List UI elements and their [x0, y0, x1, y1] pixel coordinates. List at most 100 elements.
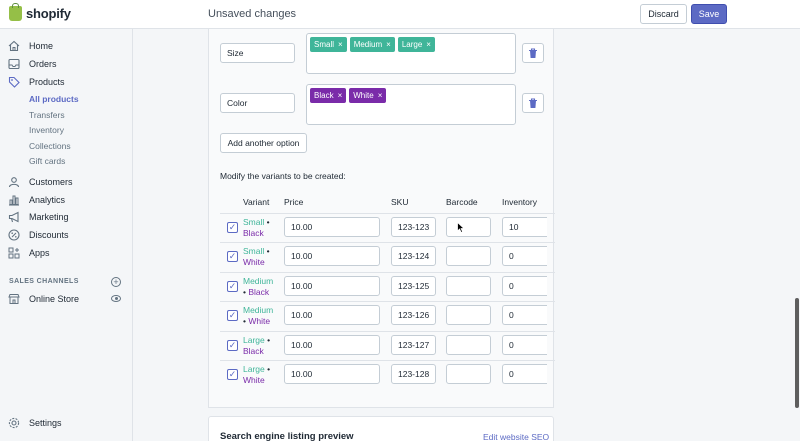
column-header-variant: Variant: [243, 197, 270, 207]
tag-icon: [8, 76, 20, 88]
price-input[interactable]: 10.00: [284, 246, 380, 266]
scrollbar[interactable]: [795, 298, 799, 408]
inventory-input[interactable]: 10: [502, 217, 547, 237]
sidebar-subitem-transfers[interactable]: Transfers: [29, 110, 65, 120]
column-header-price: Price: [284, 197, 304, 207]
remove-tag-icon[interactable]: ×: [378, 91, 383, 100]
price-input[interactable]: 10.00: [284, 305, 380, 325]
variant-color: White: [248, 316, 271, 326]
gear-icon: [8, 417, 20, 429]
variant-size: Small: [243, 246, 265, 256]
add-another-option-button[interactable]: Add another option: [220, 133, 307, 153]
variant-separator: •: [266, 217, 270, 227]
inventory-input[interactable]: 0: [502, 305, 547, 325]
sidebar-subitem-collections[interactable]: Collections: [29, 141, 71, 151]
variant-checkbox[interactable]: ✓: [227, 369, 238, 380]
sku-input[interactable]: 123-127: [391, 335, 436, 355]
seo-card: Search engine listing preview Edit websi…: [208, 416, 554, 441]
bar-chart-icon: [8, 194, 20, 206]
sidebar-item-label: Online Store: [29, 294, 80, 304]
price-input[interactable]: 10.00: [284, 335, 380, 355]
variant-separator: •: [266, 246, 270, 256]
variant-row: ✓ Medium • Black 10.00 123-125 0: [209, 272, 555, 302]
variant-row: ✓ Small • Black 10.00 123-123 10: [209, 213, 555, 243]
sales-channels-heading: SALES CHANNELS: [9, 278, 79, 285]
delete-option-button[interactable]: [522, 43, 544, 63]
option-values-input[interactable]: Small × Medium × Large ×: [306, 33, 516, 74]
tag-label: Medium: [353, 40, 383, 49]
delete-option-button[interactable]: [522, 93, 544, 113]
variant-separator: •: [243, 316, 246, 326]
shopify-logo[interactable]: shopify: [9, 3, 71, 21]
sku-input[interactable]: 123-125: [391, 276, 436, 296]
sku-input[interactable]: 123-126: [391, 305, 436, 325]
option-value-tag: Medium ×: [349, 37, 395, 52]
option-name-input[interactable]: Size: [220, 43, 295, 63]
variant-size: Medium: [243, 276, 274, 286]
unsaved-changes-label: Unsaved changes: [208, 8, 297, 20]
variant-name: Small • White: [243, 246, 283, 268]
megaphone-icon: [8, 211, 20, 223]
price-input[interactable]: 10.00: [284, 217, 380, 237]
remove-tag-icon[interactable]: ×: [338, 40, 343, 49]
variant-name: Large • White: [243, 364, 283, 386]
tag-label: White: [353, 91, 374, 100]
barcode-input[interactable]: [446, 335, 491, 355]
top-bar: shopify Unsaved changes Discard Save: [0, 0, 800, 29]
barcode-input[interactable]: [446, 364, 491, 384]
discard-button[interactable]: Discard: [640, 4, 687, 24]
sidebar-item-label: Settings: [29, 418, 62, 428]
row-divider: [220, 272, 555, 273]
logo-text: shopify: [26, 6, 71, 21]
variant-checkbox[interactable]: ✓: [227, 340, 238, 351]
variant-size: Medium: [243, 305, 274, 315]
inventory-input[interactable]: 0: [502, 276, 547, 296]
variant-name: Small • Black: [243, 217, 283, 239]
sidebar-item-label: Orders: [29, 59, 57, 69]
add-channel-icon[interactable]: +: [111, 277, 121, 287]
variant-checkbox[interactable]: ✓: [227, 251, 238, 262]
variant-size: Large: [243, 335, 265, 345]
inventory-input[interactable]: 0: [502, 364, 547, 384]
variant-checkbox[interactable]: ✓: [227, 281, 238, 292]
remove-tag-icon[interactable]: ×: [338, 91, 343, 100]
inventory-input[interactable]: 0: [502, 335, 547, 355]
sidebar-subitem-inventory[interactable]: Inventory: [29, 125, 64, 135]
sidebar-item-label: Products: [29, 77, 65, 87]
remove-tag-icon[interactable]: ×: [426, 40, 431, 49]
remove-tag-icon[interactable]: ×: [386, 40, 391, 49]
orders-icon: [8, 58, 20, 70]
barcode-input[interactable]: [446, 217, 491, 237]
column-header-inventory: Inventory: [502, 197, 537, 207]
sku-input[interactable]: 123-124: [391, 246, 436, 266]
sku-input[interactable]: 123-123: [391, 217, 436, 237]
option-name-input[interactable]: Color: [220, 93, 295, 113]
edit-website-seo-link[interactable]: Edit website SEO: [483, 432, 549, 441]
variant-checkbox[interactable]: ✓: [227, 222, 238, 233]
column-header-barcode: Barcode: [446, 197, 478, 207]
trash-icon: [529, 47, 537, 58]
barcode-input[interactable]: [446, 276, 491, 296]
discount-icon: [8, 229, 20, 241]
store-icon: [8, 293, 20, 305]
inventory-input[interactable]: 0: [502, 246, 547, 266]
variant-checkbox[interactable]: ✓: [227, 310, 238, 321]
price-input[interactable]: 10.00: [284, 364, 380, 384]
sku-input[interactable]: 123-128: [391, 364, 436, 384]
sidebar-subitem-gift-cards[interactable]: Gift cards: [29, 156, 65, 166]
barcode-input[interactable]: [446, 305, 491, 325]
price-input[interactable]: 10.00: [284, 276, 380, 296]
variant-color: Black: [248, 287, 270, 297]
column-header-sku: SKU: [391, 197, 409, 207]
tag-label: Small: [314, 40, 335, 49]
option-values-input[interactable]: Black × White ×: [306, 84, 516, 125]
barcode-input[interactable]: [446, 246, 491, 266]
sidebar-item-label: Home: [29, 41, 54, 51]
eye-icon[interactable]: [111, 295, 121, 302]
tag-label: Large: [401, 40, 423, 49]
sidebar-item-label: Analytics: [29, 195, 66, 205]
row-divider: [220, 331, 555, 332]
row-divider: [220, 213, 555, 214]
save-button[interactable]: Save: [691, 4, 727, 24]
sidebar-subitem-all-products[interactable]: All products: [29, 94, 79, 104]
